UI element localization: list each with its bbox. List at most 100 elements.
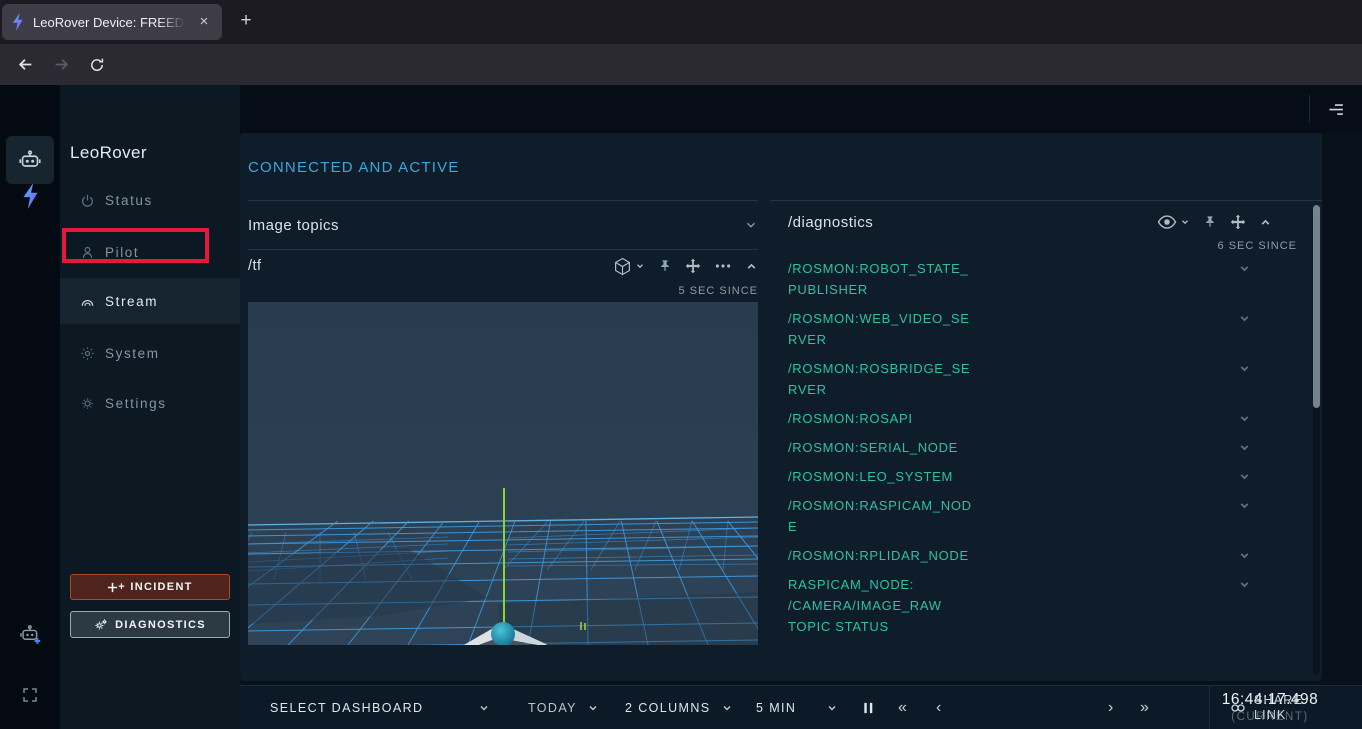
filter-sort-icon[interactable] bbox=[1326, 100, 1344, 118]
diagnostic-topic-row[interactable]: /ROSMON:RASPICAM_NOD E bbox=[788, 495, 1308, 537]
diagnostic-topic-name: RASPICAM_NODE: /CAMERA/IMAGE_RAW TOPIC S… bbox=[788, 574, 993, 637]
new-tab-button[interactable]: + bbox=[232, 8, 260, 36]
diagnostics-button[interactable]: DIAGNOSTICS bbox=[70, 611, 230, 638]
select-dashboard-dropdown[interactable]: SELECT DASHBOARD bbox=[270, 686, 490, 729]
diagnostic-topic-row[interactable]: /ROSMON:ROSAPI bbox=[788, 408, 1308, 429]
diagnostic-topic-row[interactable]: /ROSMON:ROSBRIDGE_SE RVER bbox=[788, 358, 1308, 400]
collapse-chevron-up-icon[interactable] bbox=[1259, 216, 1272, 229]
skip-forward-button[interactable]: » bbox=[1140, 686, 1149, 729]
chevron-down-icon[interactable] bbox=[1238, 362, 1251, 375]
more-options-icon[interactable] bbox=[714, 257, 732, 275]
step-forward-button[interactable]: › bbox=[1108, 686, 1113, 729]
share-label-line1: SHARE bbox=[1254, 693, 1303, 708]
diagnostic-topic-name: /ROSMON:RASPICAM_NOD E bbox=[788, 495, 993, 537]
forward-button[interactable] bbox=[46, 50, 76, 80]
skip-back-button[interactable]: « bbox=[898, 686, 907, 729]
freedom-robotics-logo[interactable] bbox=[21, 183, 39, 209]
device-selector-button[interactable] bbox=[6, 136, 54, 184]
diagnostic-topic-name: /ROSMON:LEO_SYSTEM bbox=[788, 466, 993, 487]
power-icon bbox=[80, 193, 95, 208]
move-icon[interactable] bbox=[1230, 214, 1246, 230]
back-button[interactable] bbox=[10, 50, 40, 80]
diagnostic-topic-row[interactable]: /ROSMON:WEB_VIDEO_SE RVER bbox=[788, 308, 1308, 350]
link-icon bbox=[1230, 702, 1246, 714]
sidebar-item-label: Status bbox=[105, 193, 153, 208]
view-mode-3d-button[interactable] bbox=[613, 257, 645, 276]
diagnostic-topic-name: /ROSMON:ROSAPI bbox=[788, 408, 993, 429]
pause-button[interactable] bbox=[862, 686, 875, 729]
diagnostics-since-label: 6 SEC SINCE bbox=[770, 240, 1297, 252]
diagnostic-topic-row[interactable]: /ROSMON:ROBOT_STATE_ PUBLISHER bbox=[788, 258, 1308, 300]
app-rail bbox=[0, 85, 60, 729]
plus-icon bbox=[107, 582, 118, 593]
chevron-down-icon[interactable] bbox=[1238, 470, 1251, 483]
sidebar-item-system[interactable]: System bbox=[60, 331, 240, 375]
sidebar-item-label: Stream bbox=[105, 294, 158, 309]
fullscreen-expand-icon[interactable] bbox=[22, 687, 38, 703]
tf-3d-viewport[interactable] bbox=[248, 302, 758, 645]
create-incident-button[interactable]: + INCIDENT bbox=[70, 574, 230, 600]
diagnostic-topic-name: /ROSMON:RPLIDAR_NODE bbox=[788, 545, 993, 566]
diagnostic-topic-name: /ROSMON:SERIAL_NODE bbox=[788, 437, 993, 458]
person-icon bbox=[80, 245, 95, 260]
playback-bottom-bar: SELECT DASHBOARD TODAY 2 COLUMNS 5 MIN «… bbox=[240, 685, 1362, 729]
diagnostic-topic-row[interactable]: /ROSMON:RPLIDAR_NODE bbox=[788, 545, 1308, 566]
pin-icon[interactable] bbox=[658, 259, 672, 273]
scrollbar[interactable] bbox=[1313, 205, 1320, 675]
diagnostic-topic-name: /ROSMON:ROSBRIDGE_SE RVER bbox=[788, 358, 993, 400]
move-icon[interactable] bbox=[685, 258, 701, 274]
step-back-button[interactable]: ‹ bbox=[936, 686, 941, 729]
chevron-down-icon[interactable] bbox=[1238, 578, 1251, 591]
topbar-divider bbox=[1309, 95, 1310, 123]
chevron-down-icon[interactable] bbox=[1238, 412, 1251, 425]
chevron-down-icon[interactable] bbox=[1238, 312, 1251, 325]
tab-close-icon[interactable]: × bbox=[194, 12, 214, 32]
gears-icon bbox=[94, 618, 108, 632]
tab-title: LeoRover Device: FREED bbox=[33, 15, 185, 30]
cube-3d-icon bbox=[613, 257, 632, 276]
device-sidebar: LeoRover Status Pilot Stream System bbox=[60, 85, 240, 729]
dashboard-card: CONNECTED AND ACTIVE Image topics /tf bbox=[240, 133, 1322, 681]
diagnostic-topic-row[interactable]: /ROSMON:LEO_SYSTEM bbox=[788, 466, 1308, 487]
add-device-button[interactable] bbox=[19, 623, 42, 646]
date-range-label: TODAY bbox=[528, 701, 577, 715]
incident-label: + INCIDENT bbox=[118, 581, 192, 593]
chevron-down-icon[interactable] bbox=[1238, 549, 1251, 562]
diagnostics-panel-header: /diagnostics bbox=[788, 205, 1297, 239]
time-window-dropdown[interactable]: 5 MIN bbox=[756, 686, 838, 729]
reload-button[interactable] bbox=[82, 50, 112, 80]
diagnostic-topic-name: /ROSMON:WEB_VIDEO_SE RVER bbox=[788, 308, 993, 350]
columns-dropdown[interactable]: 2 COLUMNS bbox=[625, 686, 733, 729]
diagnostic-topic-row[interactable]: /ROSMON:SERIAL_NODE bbox=[788, 437, 1308, 458]
image-topics-dropdown[interactable]: Image topics bbox=[248, 201, 758, 249]
diagnostic-topic-row[interactable]: RASPICAM_NODE: /CAMERA/IMAGE_RAW TOPIC S… bbox=[788, 574, 1308, 637]
divider bbox=[770, 200, 1322, 201]
forward-arrow-icon bbox=[53, 56, 70, 73]
collapse-chevron-up-icon[interactable] bbox=[745, 260, 758, 273]
screen: LeoRover Device: FREED × + bbox=[0, 0, 1362, 729]
tf-panel-title: /tf bbox=[248, 258, 262, 274]
settings-gear-icon bbox=[80, 396, 95, 411]
chevron-down-icon[interactable] bbox=[744, 218, 758, 232]
sidebar-item-stream[interactable]: Stream bbox=[60, 278, 240, 324]
select-dashboard-label: SELECT DASHBOARD bbox=[270, 701, 423, 715]
reload-icon bbox=[89, 57, 105, 73]
date-range-dropdown[interactable]: TODAY bbox=[528, 686, 599, 729]
chevron-down-icon[interactable] bbox=[1238, 499, 1251, 512]
visibility-button[interactable] bbox=[1157, 212, 1190, 232]
chevron-down-icon[interactable] bbox=[1238, 441, 1251, 454]
tf-since-label: 5 SEC SINCE bbox=[248, 285, 758, 297]
time-window-label: 5 MIN bbox=[756, 701, 796, 715]
share-link-button[interactable]: SHARE LINK bbox=[1230, 686, 1303, 729]
diagnostic-topic-name: /ROSMON:ROBOT_STATE_ PUBLISHER bbox=[788, 258, 993, 300]
sidebar-item-pilot[interactable]: Pilot bbox=[60, 230, 240, 274]
diagnostics-button-label: DIAGNOSTICS bbox=[115, 619, 206, 631]
columns-label: 2 COLUMNS bbox=[625, 701, 711, 715]
browser-tab[interactable]: LeoRover Device: FREED × bbox=[2, 4, 222, 40]
sidebar-item-settings[interactable]: Settings bbox=[60, 381, 240, 425]
pin-icon[interactable] bbox=[1203, 215, 1217, 229]
chevron-down-icon[interactable] bbox=[1238, 262, 1251, 275]
sidebar-item-status[interactable]: Status bbox=[60, 178, 240, 222]
scrollbar-thumb[interactable] bbox=[1313, 205, 1320, 408]
pause-icon bbox=[862, 701, 875, 715]
